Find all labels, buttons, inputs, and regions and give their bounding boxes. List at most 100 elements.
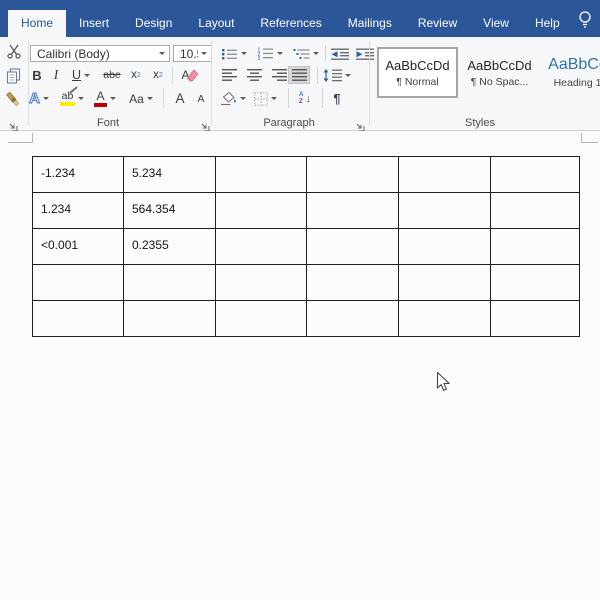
font-dialog-launcher[interactable] <box>200 119 210 129</box>
table-cell[interactable] <box>491 157 580 193</box>
font-size-combo[interactable]: 10.5 <box>173 45 212 62</box>
align-left-button[interactable] <box>221 66 238 84</box>
table-cell[interactable] <box>491 301 580 337</box>
table-cell[interactable]: 1.234 <box>33 193 124 229</box>
style-no-spacing[interactable]: AaBbCcDd ¶ No Spac... <box>461 47 538 98</box>
table-row: 1.234 564.354 <box>33 193 580 229</box>
format-painter-button[interactable] <box>0 91 27 109</box>
document-area[interactable]: -1.234 5.234 1.234 564.354 <0.001 <box>0 131 600 600</box>
ribbon: Calibri (Body) 10.5 B I U abe x2 x2 A <box>0 37 600 131</box>
table-cell[interactable] <box>124 265 216 301</box>
font-group-label: Font <box>28 117 188 129</box>
font-size-value: 10.5 <box>180 47 198 61</box>
table-cell[interactable] <box>307 265 399 301</box>
table-cell[interactable] <box>307 229 399 265</box>
document-table: -1.234 5.234 1.234 564.354 <0.001 <box>32 156 580 337</box>
decrease-indent-button[interactable] <box>329 45 350 62</box>
tab-layout[interactable]: Layout <box>185 10 247 37</box>
chevron-down-icon <box>271 97 277 100</box>
word-window: Home Insert Design Layout References Mai… <box>0 0 600 600</box>
lightbulb-icon[interactable] <box>576 9 594 29</box>
table-cell[interactable]: 0.2355 <box>124 229 216 265</box>
table-cell[interactable]: 5.234 <box>124 157 216 193</box>
superscript-button[interactable]: x2 <box>149 66 167 84</box>
align-right-button[interactable] <box>271 66 288 84</box>
style-normal[interactable]: AaBbCcDd ¶ Normal <box>377 47 458 98</box>
shrink-font-button[interactable]: A <box>192 88 210 109</box>
numbering-icon: 1 2 3 <box>257 47 274 60</box>
bullets-button[interactable] <box>217 45 251 62</box>
increase-indent-button[interactable] <box>354 45 375 62</box>
table-cell[interactable]: <0.001 <box>33 229 124 265</box>
cut-button[interactable] <box>0 43 27 59</box>
tab-help[interactable]: Help <box>522 10 573 37</box>
table-cell[interactable] <box>399 157 491 193</box>
table-cell[interactable] <box>216 301 307 337</box>
chevron-down-icon <box>110 97 116 100</box>
pen-icon <box>70 86 78 93</box>
clear-formatting-button[interactable]: A <box>178 66 202 84</box>
text-effects-button[interactable]: A <box>26 88 52 109</box>
table-cell[interactable] <box>399 301 491 337</box>
table-cell[interactable] <box>33 301 124 337</box>
multilevel-list-button[interactable] <box>290 45 322 62</box>
table-cell[interactable] <box>399 229 491 265</box>
style-heading-1[interactable]: AaBbCc Heading 1 <box>540 47 600 98</box>
grow-font-button[interactable]: A <box>170 88 190 109</box>
subscript-button[interactable]: x2 <box>127 66 145 84</box>
font-name-value: Calibri (Body) <box>37 47 156 61</box>
italic-button[interactable]: I <box>49 66 63 84</box>
copy-button[interactable] <box>0 68 27 84</box>
multilevel-list-icon <box>293 48 310 60</box>
tab-review[interactable]: Review <box>405 10 470 37</box>
numbering-button[interactable]: 1 2 3 <box>254 45 286 62</box>
change-case-button[interactable]: Aa <box>127 88 155 109</box>
button-separator <box>322 88 323 108</box>
tab-view[interactable]: View <box>470 10 522 37</box>
font-color-button[interactable]: A <box>92 88 118 109</box>
table-cell[interactable] <box>491 229 580 265</box>
line-spacing-icon <box>323 69 342 82</box>
table-cell[interactable]: -1.234 <box>33 157 124 193</box>
shading-button[interactable] <box>217 88 248 109</box>
table-row <box>33 265 580 301</box>
group-separator <box>369 41 370 125</box>
line-spacing-button[interactable] <box>322 66 352 84</box>
tab-insert[interactable]: Insert <box>66 10 122 37</box>
tab-home[interactable]: Home <box>8 10 66 37</box>
mouse-cursor <box>436 371 452 398</box>
table-cell[interactable] <box>399 265 491 301</box>
clipboard-dialog-launcher[interactable] <box>8 119 18 129</box>
table-cell[interactable] <box>399 193 491 229</box>
table-cell[interactable] <box>216 229 307 265</box>
sort-button[interactable]: A Z ↓ <box>293 88 317 109</box>
text-highlight-color-button[interactable]: ab <box>57 88 87 109</box>
bold-button[interactable]: B <box>29 66 45 84</box>
strikethrough-button[interactable]: abe <box>100 66 124 84</box>
tab-design[interactable]: Design <box>122 10 185 37</box>
paragraph-dialog-launcher[interactable] <box>355 119 365 129</box>
table-cell[interactable] <box>307 193 399 229</box>
table-cell[interactable] <box>216 157 307 193</box>
table-cell[interactable] <box>216 193 307 229</box>
show-hide-formatting-button[interactable]: ¶ <box>328 88 346 109</box>
ribbon-tab-bar: Home Insert Design Layout References Mai… <box>0 0 600 37</box>
table-cell[interactable] <box>307 301 399 337</box>
table-cell[interactable]: 564.354 <box>124 193 216 229</box>
font-name-combo[interactable]: Calibri (Body) <box>30 45 170 62</box>
borders-button[interactable] <box>251 88 280 109</box>
table-cell[interactable] <box>307 157 399 193</box>
table-cell[interactable] <box>491 265 580 301</box>
table-cell[interactable] <box>491 193 580 229</box>
tab-references[interactable]: References <box>247 10 334 37</box>
align-center-button[interactable] <box>246 66 263 84</box>
tab-mailings[interactable]: Mailings <box>335 10 405 37</box>
table-cell[interactable] <box>216 265 307 301</box>
underline-button[interactable]: U <box>68 66 94 84</box>
table-row: <0.001 0.2355 <box>33 229 580 265</box>
table-cell[interactable] <box>33 265 124 301</box>
justify-button[interactable] <box>288 66 310 84</box>
highlight-color-bar <box>60 102 75 106</box>
svg-text:3: 3 <box>258 56 261 60</box>
table-cell[interactable] <box>124 301 216 337</box>
